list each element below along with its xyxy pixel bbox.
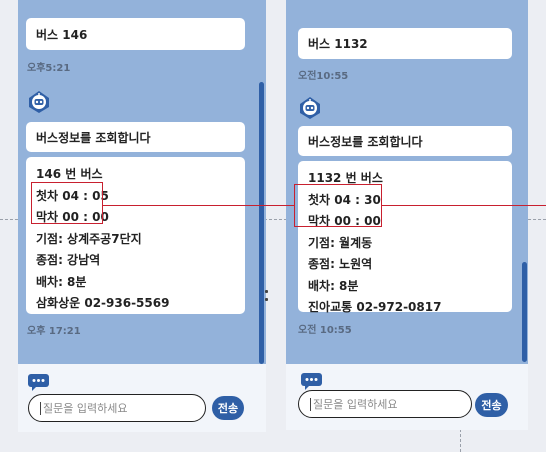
right-chat-panel: 버스 1132 오전10:55 버스정보를 조회합니다 1132 번 버스 첫차… [286,0,528,430]
send-button[interactable]: 전송 [212,396,244,420]
bot-query-text: 버스정보를 조회합니다 [308,134,423,149]
terminus-stop: 종점: 노원역 [308,257,373,271]
chatbot-avatar-icon [300,97,320,119]
left-chat-panel: 버스 146 오후5:21 버스정보를 조회합니다 146 번 버스 첫차 04… [18,0,266,432]
scrollbar-thumb[interactable] [259,82,264,364]
bot-query-bubble: 버스정보를 조회합니다 [298,126,512,156]
terminus-stop: 종점: 강남역 [36,253,101,267]
message-timestamp: 오전10:55 [298,71,349,82]
origin-stop: 기점: 상계주공7단지 [36,231,142,246]
text-caret [40,401,41,415]
user-message-text: 버스 146 [36,27,88,42]
bot-query-bubble: 버스정보를 조회합니다 [26,122,245,152]
text-caret [310,397,311,411]
input-placeholder: 질문을 입력하세요 [313,398,398,411]
highlight-connector [382,205,546,206]
message-timestamp: 오전 10:55 [298,325,352,336]
chat-footer: 질문을 입력하세요 전송 [286,364,528,430]
input-placeholder: 질문을 입력하세요 [43,402,128,415]
question-input[interactable]: 질문을 입력하세요 [28,394,206,422]
highlight-box [294,184,382,227]
bus-company-phone: 진아교통 02-972-0817 [308,300,442,314]
origin-stop: 기점: 월계동 [308,235,373,250]
headway-interval: 배차: 8분 [308,278,359,293]
chat-bubble-icon[interactable] [28,374,49,391]
bot-query-text: 버스정보를 조회합니다 [36,130,151,145]
question-input[interactable]: 질문을 입력하세요 [298,390,472,418]
chat-bubble-icon[interactable] [301,373,322,390]
highlight-box [31,182,103,224]
bus-company-phone: 삼화상운 02-936-5569 [36,296,170,310]
bus-info-card: 146 번 버스 첫차 04 : 05 막차 00 : 00 기점: 상계주공7… [26,157,245,314]
chatbot-avatar-icon [29,91,49,113]
user-message-bubble: 버스 1132 [298,28,512,59]
chat-area: 버스 1132 오전10:55 버스정보를 조회합니다 1132 번 버스 첫차… [286,0,528,364]
message-timestamp: 오후5:21 [27,63,71,74]
drag-handle-dot [265,290,268,293]
chat-area: 버스 146 오후5:21 버스정보를 조회합니다 146 번 버스 첫차 04… [18,0,266,364]
scrollbar-thumb[interactable] [522,262,527,362]
send-button[interactable]: 전송 [475,393,508,417]
message-timestamp: 오후 17:21 [27,326,81,337]
headway-interval: 배차: 8분 [36,274,87,289]
highlight-connector [103,205,294,206]
chat-footer: 질문을 입력하세요 전송 [18,364,266,432]
user-message-text: 버스 1132 [308,37,368,51]
drag-handle-dot [265,298,268,301]
user-message-bubble: 버스 146 [26,18,245,50]
